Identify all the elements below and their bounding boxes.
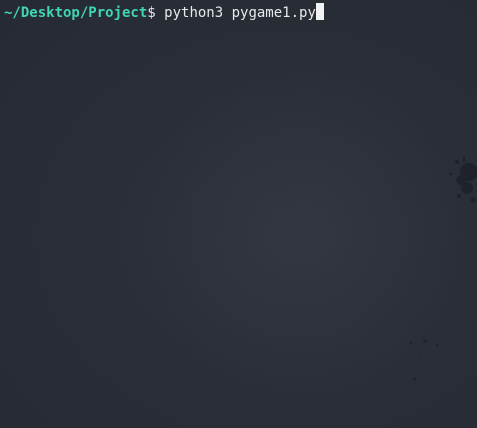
text-cursor (315, 3, 324, 20)
prompt-path: ~/Desktop/Project (4, 5, 148, 21)
prompt-line: ~/Desktop/Project$ python3 pygame1.py (4, 3, 324, 22)
prompt-symbol: $ (147, 5, 165, 21)
wallpaper-logo-fragment (449, 156, 477, 203)
command-input[interactable]: python3 pygame1.py (164, 5, 316, 21)
wallpaper-dots (409, 339, 439, 381)
wallpaper-background (150, 40, 470, 420)
terminal-window[interactable]: ~/Desktop/Project$ python3 pygame1.py (0, 0, 477, 428)
